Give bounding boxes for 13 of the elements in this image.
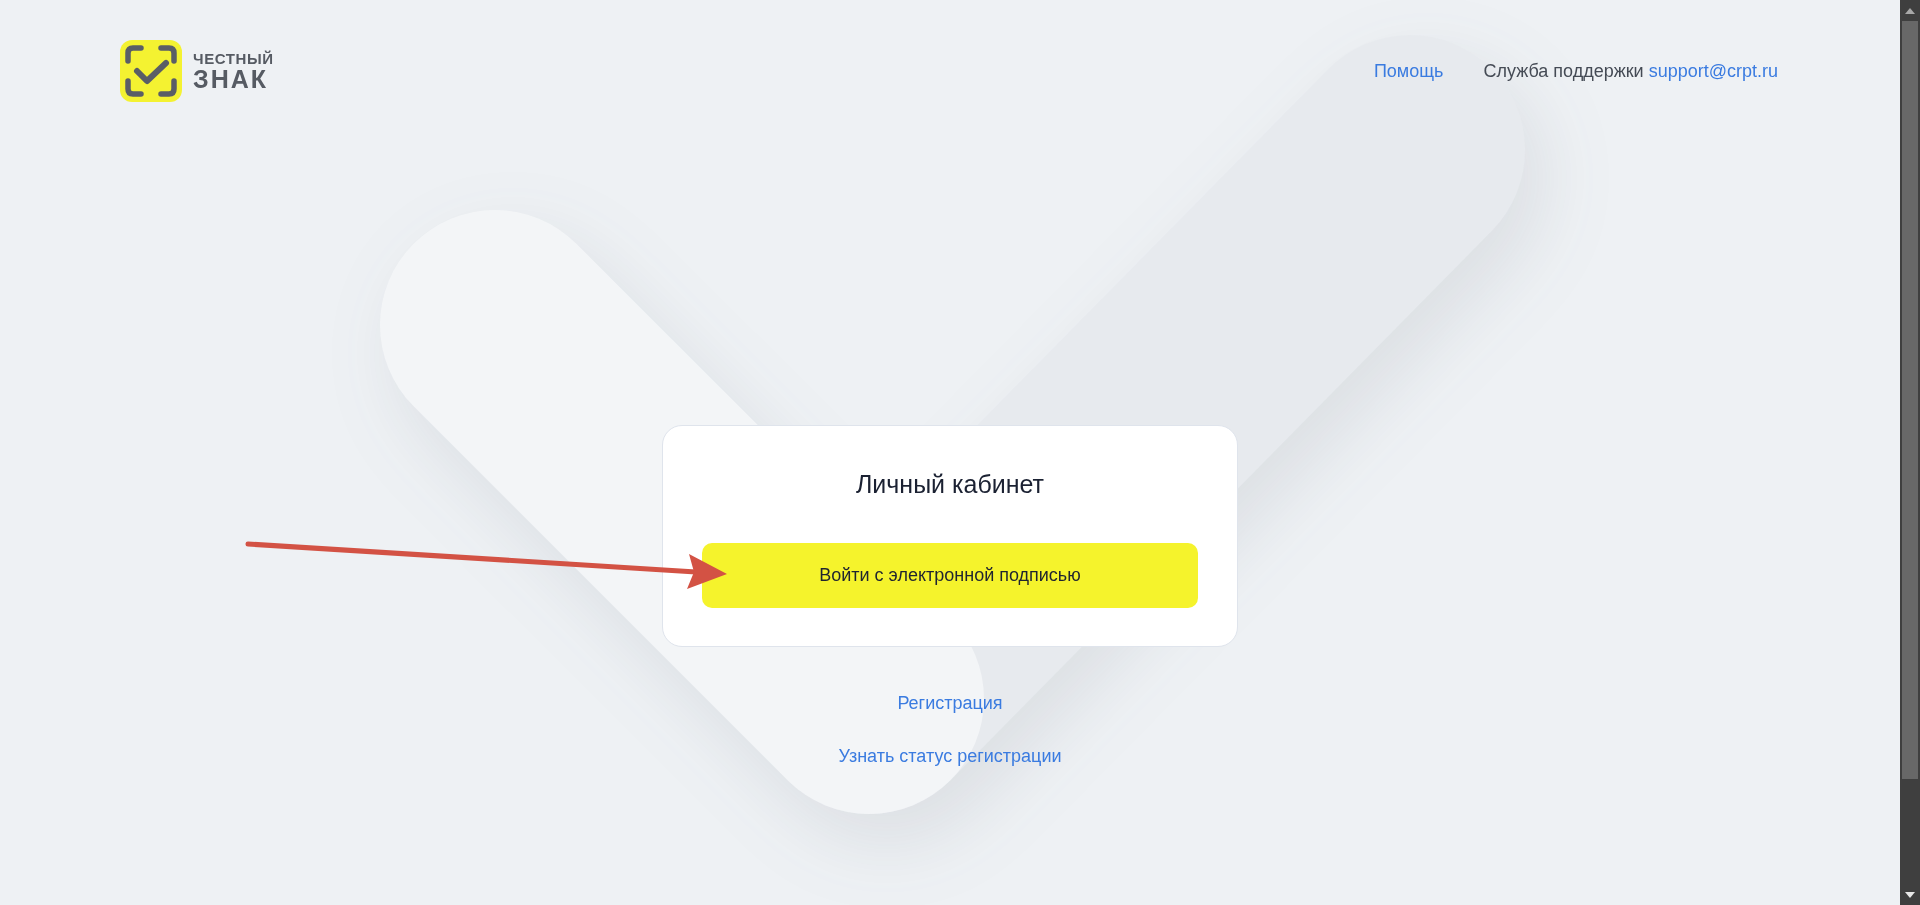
logo-text: ЗНАК xyxy=(193,67,269,92)
scroll-down-icon[interactable] xyxy=(1905,892,1915,898)
scroll-up-icon[interactable] xyxy=(1905,8,1915,14)
scrollbar-thumb[interactable] xyxy=(1902,21,1918,779)
logo-text: ЧЕСТНЫЙ xyxy=(193,50,274,67)
registration-status-link[interactable]: Узнать статус регистрации xyxy=(838,745,1062,767)
card-title: Личный кабинет xyxy=(855,469,1045,499)
signature-login-button[interactable]: Войти с электронной подписью xyxy=(702,543,1198,608)
logo-check-icon xyxy=(120,40,182,102)
help-link[interactable]: Помощь xyxy=(1373,60,1444,82)
support-email-link[interactable]: support@crpt.ru xyxy=(1648,61,1778,81)
support-contact-text: Служба поддержки support@crpt.ru xyxy=(1483,60,1778,82)
registration-link[interactable]: Регистрация xyxy=(897,692,1003,714)
